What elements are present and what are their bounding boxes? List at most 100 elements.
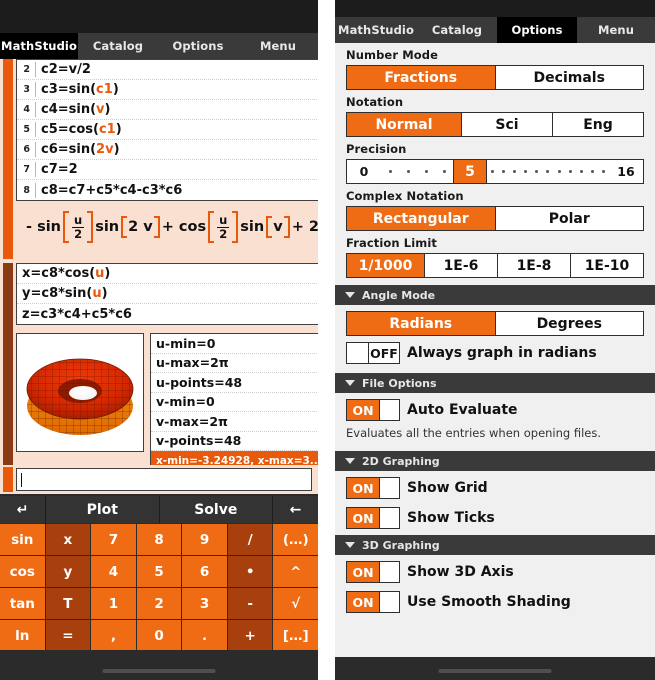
keypad[interactable]: sin x 7 8 9 / (…) cos y 4 5 6 • ^ tan T … bbox=[0, 524, 319, 651]
complex-polar[interactable]: Polar bbox=[495, 207, 643, 230]
key-0[interactable]: 0 bbox=[136, 620, 182, 651]
tab-mathstudio[interactable]: MathStudio bbox=[0, 33, 78, 59]
entry-row[interactable]: 5 c5=cos(c1) bbox=[17, 120, 333, 140]
fraction-limit-1e-8[interactable]: 1E-8 bbox=[498, 254, 571, 277]
list-item[interactable]: z=c3*c4+c5*c6 bbox=[17, 304, 333, 324]
fraction-limit-1e-10[interactable]: 1E-10 bbox=[571, 254, 643, 277]
key-parentheses[interactable]: (…) bbox=[273, 524, 319, 555]
entry-row[interactable]: 3 c3=sin(c1) bbox=[17, 80, 333, 100]
cell-block-entries[interactable]: 2 c2=v/2 3 c3=sin(c1) 4 c4=sin(v) 5 c5=c… bbox=[0, 59, 334, 259]
tab-options[interactable]: Options bbox=[497, 17, 577, 43]
key-equals[interactable]: = bbox=[45, 620, 91, 651]
toggle-show-3d-axis[interactable]: ON bbox=[346, 561, 400, 583]
entry-row[interactable]: 7 c7=2 bbox=[17, 160, 333, 180]
cell-block-plot[interactable]: x=c8*cos(u) y=c8*sin(u) z=c3*c4+c5*c6 u-… bbox=[0, 263, 334, 494]
notation-sci[interactable]: Sci bbox=[462, 113, 553, 136]
tab-menu[interactable]: Menu bbox=[577, 17, 655, 43]
key-brackets[interactable]: […] bbox=[273, 620, 319, 651]
chevron-down-icon[interactable] bbox=[345, 542, 355, 548]
key-cos[interactable]: cos bbox=[0, 556, 45, 587]
number-mode-decimals[interactable]: Decimals bbox=[495, 66, 643, 89]
right-tab-bar[interactable]: MathStudio Catalog Options Menu bbox=[335, 17, 655, 43]
tab-catalog[interactable]: Catalog bbox=[417, 17, 497, 43]
chevron-down-icon[interactable] bbox=[345, 380, 355, 386]
key-1[interactable]: 1 bbox=[91, 588, 136, 619]
key-comma[interactable]: , bbox=[91, 620, 136, 651]
key-8[interactable]: 8 bbox=[136, 524, 182, 555]
tab-options[interactable]: Options bbox=[158, 33, 238, 59]
fraction-limit-segmented[interactable]: 1/1000 1E-6 1E-8 1E-10 bbox=[346, 253, 644, 278]
command-input-area[interactable] bbox=[0, 465, 318, 494]
key-period[interactable]: . bbox=[182, 620, 227, 651]
key-divide[interactable]: / bbox=[227, 524, 273, 555]
key-T[interactable]: T bbox=[45, 588, 91, 619]
precision-track-left[interactable] bbox=[381, 160, 453, 183]
precision-track-right[interactable] bbox=[487, 160, 609, 183]
fraction-limit-1-1000[interactable]: 1/1000 bbox=[347, 254, 425, 277]
entry-row[interactable]: 6 c6=sin(2v) bbox=[17, 140, 333, 160]
solve-button[interactable]: Solve bbox=[159, 496, 272, 523]
notation-normal[interactable]: Normal bbox=[347, 113, 462, 136]
entry-list[interactable]: 2 c2=v/2 3 c3=sin(c1) 4 c4=sin(v) 5 c5=c… bbox=[16, 59, 334, 201]
entry-row[interactable]: 8 c8=c7+c5*c4-c3*c6 bbox=[17, 180, 333, 200]
section-header-angle-mode[interactable]: Angle Mode bbox=[335, 285, 655, 305]
parametric-equation-list[interactable]: x=c8*cos(u) y=c8*sin(u) z=c3*c4+c5*c6 bbox=[16, 263, 334, 325]
precision-knob[interactable]: 5 bbox=[453, 160, 487, 183]
key-plus[interactable]: + bbox=[227, 620, 273, 651]
tab-menu[interactable]: Menu bbox=[238, 33, 318, 59]
key-ln[interactable]: ln bbox=[0, 620, 45, 651]
backspace-button[interactable]: ← bbox=[273, 496, 318, 523]
key-x[interactable]: x bbox=[45, 524, 91, 555]
section-header-2d-graphing[interactable]: 2D Graphing bbox=[335, 451, 655, 471]
section-header-3d-graphing[interactable]: 3D Graphing bbox=[335, 535, 655, 555]
cell-selection-stripe[interactable] bbox=[3, 59, 13, 259]
number-mode-fractions[interactable]: Fractions bbox=[347, 66, 496, 89]
plot-param[interactable]: v-max=2π bbox=[151, 412, 333, 432]
notation-eng[interactable]: Eng bbox=[553, 113, 643, 136]
toggle-show-ticks[interactable]: ON bbox=[346, 507, 400, 529]
fraction-limit-1e-6[interactable]: 1E-6 bbox=[425, 254, 498, 277]
entry-row[interactable]: 4 c4=sin(v) bbox=[17, 100, 333, 120]
home-indicator[interactable] bbox=[438, 669, 552, 673]
plot-param[interactable]: u-min=0 bbox=[151, 334, 333, 354]
worksheet[interactable]: 2 c2=v/2 3 c3=sin(c1) 4 c4=sin(v) 5 c5=c… bbox=[0, 59, 334, 494]
plot-3d-torus[interactable] bbox=[16, 333, 144, 452]
plot-param[interactable]: u-max=2π bbox=[151, 354, 333, 373]
angle-mode-radians[interactable]: Radians bbox=[347, 312, 496, 335]
entry-row[interactable]: 2 c2=v/2 bbox=[17, 60, 333, 80]
toggle-always-graph-in-radians[interactable]: OFF bbox=[346, 342, 400, 364]
key-3[interactable]: 3 bbox=[182, 588, 227, 619]
chevron-down-icon[interactable] bbox=[345, 458, 355, 464]
angle-mode-degrees[interactable]: Degrees bbox=[495, 312, 643, 335]
key-y[interactable]: y bbox=[45, 556, 91, 587]
toggle-show-grid[interactable]: ON bbox=[346, 477, 400, 499]
toggle-use-smooth-shading[interactable]: ON bbox=[346, 591, 400, 613]
plot-param[interactable]: v-points=48 bbox=[151, 432, 333, 451]
chevron-down-icon[interactable] bbox=[345, 292, 355, 298]
list-item[interactable]: y=c8*sin(u) bbox=[17, 284, 333, 304]
key-sin[interactable]: sin bbox=[0, 524, 45, 555]
home-indicator[interactable] bbox=[102, 669, 216, 673]
key-6[interactable]: 6 bbox=[182, 556, 227, 587]
key-tan[interactable]: tan bbox=[0, 588, 45, 619]
tab-catalog[interactable]: Catalog bbox=[78, 33, 158, 59]
key-minus[interactable]: - bbox=[227, 588, 273, 619]
number-mode-segmented[interactable]: Fractions Decimals bbox=[346, 65, 644, 90]
left-tab-bar[interactable]: MathStudio Catalog Options Menu bbox=[0, 33, 318, 59]
key-7[interactable]: 7 bbox=[91, 524, 136, 555]
key-2[interactable]: 2 bbox=[136, 588, 182, 619]
plot-button[interactable]: Plot bbox=[46, 496, 159, 523]
key-power[interactable]: ^ bbox=[273, 556, 319, 587]
plot-parameter-list[interactable]: u-min=0 u-max=2π u-points=48 v-min=0 v-m… bbox=[150, 333, 334, 472]
command-input[interactable] bbox=[16, 468, 312, 491]
plot-param[interactable]: u-points=48 bbox=[151, 373, 333, 393]
action-button-row[interactable]: ↵ Plot Solve ← bbox=[0, 496, 318, 523]
complex-rectangular[interactable]: Rectangular bbox=[347, 207, 496, 230]
toggle-auto-evaluate[interactable]: ON bbox=[346, 399, 400, 421]
key-9[interactable]: 9 bbox=[182, 524, 227, 555]
cell-stripe[interactable] bbox=[3, 263, 13, 494]
tab-mathstudio[interactable]: MathStudio bbox=[335, 17, 417, 43]
precision-slider[interactable]: 0 5 16 bbox=[346, 159, 644, 184]
enter-button[interactable]: ↵ bbox=[0, 496, 45, 523]
plot-param[interactable]: v-min=0 bbox=[151, 393, 333, 412]
